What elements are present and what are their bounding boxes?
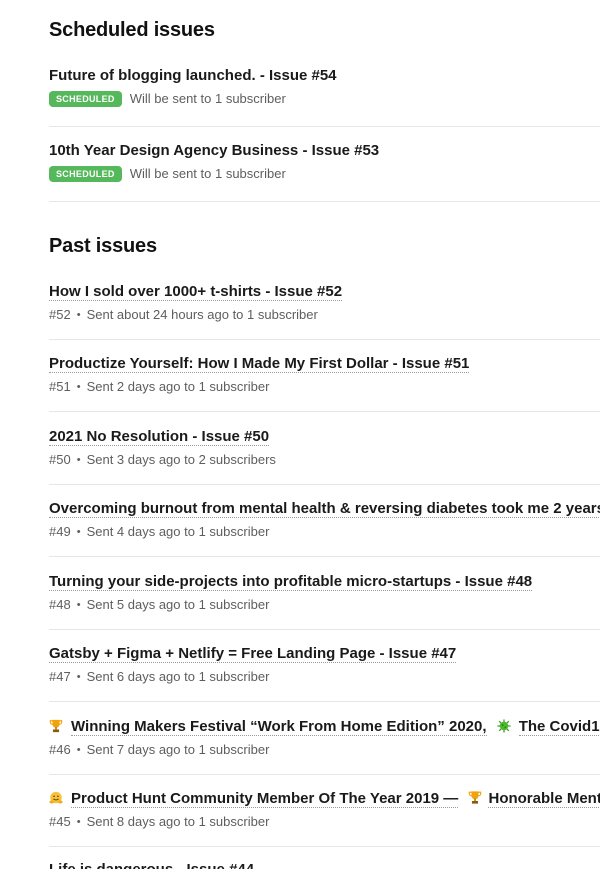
separator-dot: • bbox=[76, 309, 81, 321]
scheduled-badge: SCHEDULED bbox=[49, 91, 122, 107]
issue-number: #50 bbox=[49, 452, 71, 467]
issue-title-link[interactable]: Gatsby + Figma + Netlify = Free Landing … bbox=[49, 644, 600, 664]
issue-title: 2021 No Resolution - Issue #50 bbox=[49, 428, 270, 446]
issue-title: Product Hunt Community Member Of The Yea… bbox=[71, 790, 459, 808]
issue-title: How I sold over 1000+ t-shirts - Issue #… bbox=[49, 283, 343, 301]
issue-number: #49 bbox=[49, 524, 71, 539]
issue-title: Productize Yourself: How I Made My First… bbox=[49, 355, 470, 373]
issue-title[interactable]: 10th Year Design Agency Business - Issue… bbox=[49, 141, 600, 161]
separator-dot: • bbox=[76, 526, 81, 538]
issue-sent-status: Sent about 24 hours ago to 1 subscriber bbox=[86, 307, 318, 322]
trophy-icon bbox=[49, 719, 63, 733]
issue-status: Will be sent to 1 subscriber bbox=[129, 166, 286, 181]
virus-icon bbox=[497, 719, 511, 733]
separator-dot: • bbox=[76, 816, 81, 828]
past-issues-heading: Past issues bbox=[49, 235, 157, 257]
issue-number: #48 bbox=[49, 597, 71, 612]
past-issue-item[interactable]: Life is dangerous - Issue #44 bbox=[49, 860, 600, 869]
issue-meta: #51 • Sent 2 days ago to 1 subscriber bbox=[49, 378, 600, 396]
separator-dot: • bbox=[76, 671, 81, 683]
hugging-face-icon bbox=[49, 791, 63, 804]
issue-title-link[interactable]: Productize Yourself: How I Made My First… bbox=[49, 354, 600, 374]
issue-meta: SCHEDULED Will be sent to 1 subscriber bbox=[49, 165, 600, 183]
issue-number: #45 bbox=[49, 814, 71, 829]
issue-sent-status: Sent 8 days ago to 1 subscriber bbox=[86, 814, 270, 829]
trophy-icon bbox=[469, 791, 482, 804]
issue-meta: #50 • Sent 3 days ago to 2 subscribers bbox=[49, 451, 600, 469]
issue-meta: #47 • Sent 6 days ago to 1 subscriber bbox=[49, 668, 600, 686]
issue-title: Overcoming burnout from mental health & … bbox=[49, 500, 600, 518]
issue-number: #52 bbox=[49, 307, 71, 322]
issue-title-link[interactable]: Life is dangerous - Issue #44 bbox=[49, 860, 600, 869]
issue-title-link[interactable]: How I sold over 1000+ t-shirts - Issue #… bbox=[49, 282, 600, 302]
past-issue-item[interactable]: Product Hunt Community Member Of The Yea… bbox=[49, 789, 600, 847]
past-issue-item[interactable]: Gatsby + Figma + Netlify = Free Landing … bbox=[49, 644, 600, 702]
issues-page: Scheduled issues Future of blogging laun… bbox=[0, 0, 600, 869]
issue-number: #47 bbox=[49, 669, 71, 684]
issue-title-link[interactable]: Overcoming burnout from mental health & … bbox=[49, 499, 600, 519]
issue-title-continued: The Covid19 & bbox=[518, 718, 600, 736]
past-issue-item[interactable]: Productize Yourself: How I Made My First… bbox=[49, 354, 600, 412]
issue-number: #51 bbox=[49, 379, 71, 394]
past-issue-item[interactable]: Overcoming burnout from mental health & … bbox=[49, 499, 600, 557]
past-issue-item[interactable]: Turning your side-projects into profitab… bbox=[49, 572, 600, 630]
issue-sent-status: Sent 5 days ago to 1 subscriber bbox=[86, 597, 270, 612]
past-issue-item[interactable]: 2021 No Resolution - Issue #50 #50 • Sent … bbox=[49, 427, 600, 485]
issue-title: Turning your side-projects into profitab… bbox=[49, 573, 533, 591]
separator-dot: • bbox=[76, 599, 81, 611]
past-issue-item[interactable]: How I sold over 1000+ t-shirts - Issue #… bbox=[49, 282, 600, 340]
issue-title: Life is dangerous - Issue #44 bbox=[49, 861, 255, 869]
issue-meta: #52 • Sent about 24 hours ago to 1 subscri… bbox=[49, 306, 600, 324]
scheduled-issue-item[interactable]: 10th Year Design Agency Business - Issue… bbox=[49, 141, 600, 202]
separator-dot: • bbox=[76, 381, 81, 393]
scheduled-issues-heading: Scheduled issues bbox=[49, 19, 215, 41]
issue-meta: SCHEDULED Will be sent to 1 subscriber bbox=[49, 90, 600, 108]
separator-dot: • bbox=[76, 454, 81, 466]
issue-title[interactable]: Future of blogging launched. - Issue #54 bbox=[49, 66, 600, 86]
issue-meta: #48 • Sent 5 days ago to 1 subscriber bbox=[49, 596, 600, 614]
past-issue-item[interactable]: Winning Makers Festival “Work From Home … bbox=[49, 717, 600, 775]
issue-meta: #45 • Sent 8 days ago to 1 subscriber bbox=[49, 813, 600, 831]
issue-title: Gatsby + Figma + Netlify = Free Landing … bbox=[49, 645, 457, 663]
scheduled-badge: SCHEDULED bbox=[49, 166, 122, 182]
issue-sent-status: Sent 3 days ago to 2 subscribers bbox=[86, 452, 276, 467]
separator-dot: • bbox=[76, 744, 81, 756]
issue-title-continued: Honorable Mentior bbox=[488, 790, 600, 808]
issue-sent-status: Sent 4 days ago to 1 subscriber bbox=[86, 524, 270, 539]
issue-sent-status: Sent 2 days ago to 1 subscriber bbox=[86, 379, 270, 394]
issue-meta: #49 • Sent 4 days ago to 1 subscriber bbox=[49, 523, 600, 541]
issue-title-link[interactable]: Turning your side-projects into profitab… bbox=[49, 572, 600, 592]
issue-title-link[interactable]: Product Hunt Community Member Of The Yea… bbox=[49, 789, 600, 809]
issue-meta: #46 • Sent 7 days ago to 1 subscriber bbox=[49, 741, 600, 759]
issue-sent-status: Sent 6 days ago to 1 subscriber bbox=[86, 669, 270, 684]
issue-title-link[interactable]: Winning Makers Festival “Work From Home … bbox=[49, 717, 600, 737]
issue-title-link[interactable]: 2021 No Resolution - Issue #50 bbox=[49, 427, 600, 447]
scheduled-issue-item[interactable]: Future of blogging launched. - Issue #54… bbox=[49, 66, 600, 127]
issue-sent-status: Sent 7 days ago to 1 subscriber bbox=[86, 742, 270, 757]
issue-status: Will be sent to 1 subscriber bbox=[129, 91, 286, 106]
issue-title: Winning Makers Festival “Work From Home … bbox=[71, 718, 487, 736]
issue-number: #46 bbox=[49, 742, 71, 757]
